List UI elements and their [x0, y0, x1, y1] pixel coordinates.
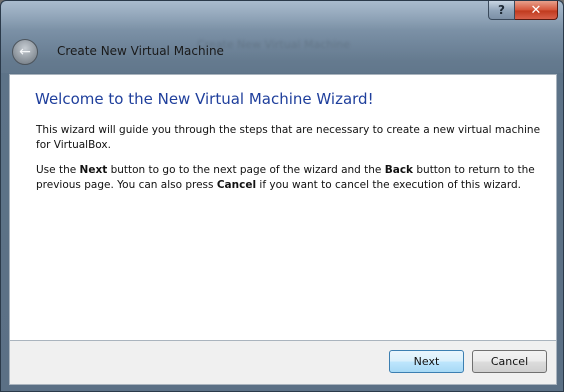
help-icon: ? [498, 3, 505, 17]
cancel-button[interactable]: Cancel [472, 350, 547, 373]
caption-buttons: ? ✕ [488, 1, 558, 20]
instructions-cancel-bold: Cancel [216, 179, 257, 191]
instructions-paragraph: Use the Next button to go to the next pa… [36, 163, 546, 193]
help-button[interactable]: ? [488, 1, 515, 20]
close-icon: ✕ [530, 2, 542, 18]
close-button[interactable]: ✕ [515, 1, 558, 20]
next-button[interactable]: Next [389, 350, 464, 373]
instructions-text-1: Use the [36, 164, 80, 176]
back-button[interactable]: ← [12, 39, 38, 65]
page-heading: Welcome to the New Virtual Machine Wizar… [35, 90, 374, 108]
instructions-text-2: button to go to the next page of the wiz… [107, 164, 385, 176]
instructions-next-bold: Next [79, 164, 108, 176]
back-arrow-icon: ← [19, 44, 31, 60]
window-title: Create New Virtual Machine [57, 44, 224, 58]
instructions-text-4: if you want to cancel the execution of t… [256, 179, 521, 191]
button-bar: Next Cancel [9, 341, 557, 385]
wizard-content: Welcome to the New Virtual Machine Wizar… [9, 74, 557, 341]
instructions-back-bold: Back [384, 164, 414, 176]
wizard-window: ? ✕ ← Create New Virtual Machine Create … [0, 0, 564, 392]
intro-paragraph: This wizard will guide you through the s… [36, 124, 541, 151]
title-bar[interactable] [1, 1, 563, 73]
